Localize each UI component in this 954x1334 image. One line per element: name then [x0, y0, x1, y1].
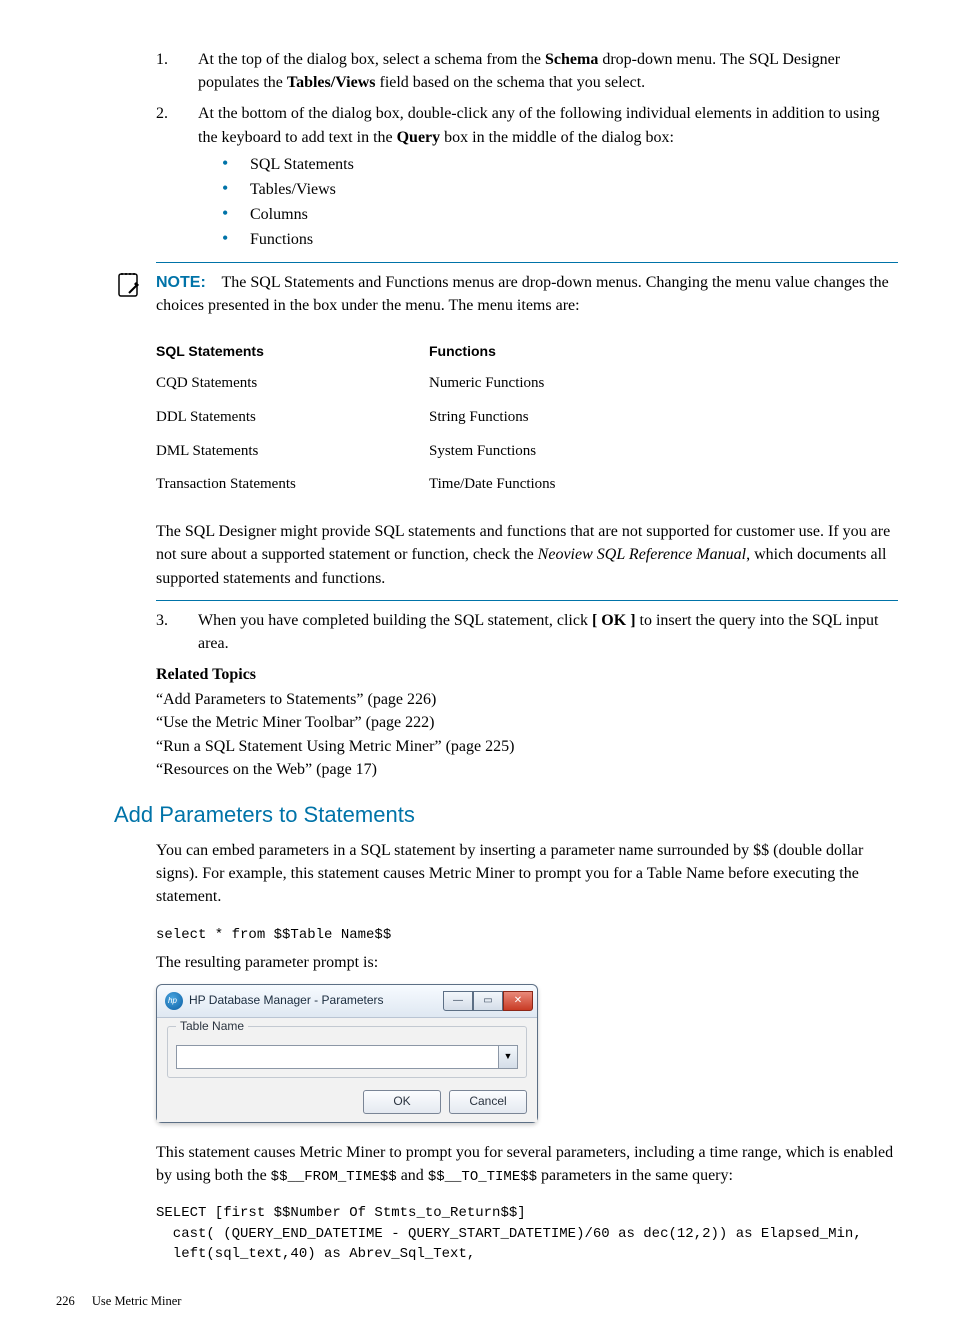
section2-intro: You can embed parameters in a SQL statem…: [156, 839, 898, 909]
step-2: At the bottom of the dialog box, double-…: [156, 102, 898, 251]
step1-text: At the top of the dialog box, select a s…: [198, 51, 840, 91]
related-topics-heading: Related Topics: [156, 663, 898, 686]
section2-outro: This statement causes Metric Miner to pr…: [156, 1141, 898, 1187]
code-example-2: SELECT [first $$Number Of Stmts_to_Retur…: [156, 1203, 898, 1264]
related-link[interactable]: “Run a SQL Statement Using Metric Miner”…: [156, 735, 898, 758]
table-name-groupbox: Table Name ▼: [167, 1026, 527, 1078]
note-divider-top: [156, 262, 898, 263]
step3-text: When you have completed building the SQL…: [198, 612, 878, 652]
minimize-icon: —: [453, 994, 463, 1009]
bullet-sql-statements: SQL Statements: [222, 153, 898, 176]
close-icon: ✕: [514, 994, 522, 1009]
table-header-sql: SQL Statements: [156, 335, 429, 367]
ok-button[interactable]: OK: [363, 1090, 441, 1114]
dialog-title: HP Database Manager - Parameters: [189, 992, 384, 1009]
table-row: CQD StatementsNumeric Functions: [156, 367, 676, 401]
close-button[interactable]: ✕: [503, 991, 533, 1011]
combo-dropdown-button[interactable]: ▼: [498, 1046, 517, 1068]
bullet-tables-views: Tables/Views: [222, 178, 898, 201]
dialog-titlebar[interactable]: HP Database Manager - Parameters — ▭ ✕: [157, 985, 537, 1018]
cancel-button[interactable]: Cancel: [449, 1090, 527, 1114]
page-footer: 226 Use Metric Miner: [56, 1292, 898, 1310]
table-row: DDL StatementsString Functions: [156, 401, 676, 435]
note-label: NOTE:: [156, 274, 206, 291]
section-heading-add-parameters: Add Parameters to Statements: [114, 799, 898, 831]
hp-logo-icon: [165, 992, 183, 1010]
table-name-input[interactable]: [177, 1046, 498, 1068]
table-name-combo[interactable]: ▼: [176, 1045, 518, 1069]
statements-functions-table: SQL Statements Functions CQD StatementsN…: [156, 335, 676, 502]
maximize-icon: ▭: [483, 994, 492, 1009]
table-row: Transaction StatementsTime/Date Function…: [156, 468, 676, 502]
step-3: When you have completed building the SQL…: [156, 609, 898, 655]
note-tail: The SQL Designer might provide SQL state…: [156, 520, 898, 590]
footer-section: Use Metric Miner: [92, 1294, 182, 1308]
bullet-columns: Columns: [222, 203, 898, 226]
table-header-functions: Functions: [429, 335, 676, 367]
page-number: 226: [56, 1294, 75, 1308]
minimize-button[interactable]: —: [443, 991, 473, 1011]
code-example-1: select * from $$Table Name$$: [156, 925, 898, 945]
note-block: NOTE: The SQL Statements and Functions m…: [156, 262, 898, 601]
related-link[interactable]: “Resources on the Web” (page 17): [156, 758, 898, 781]
bullet-functions: Functions: [222, 228, 898, 251]
step2-text: At the bottom of the dialog box, double-…: [198, 105, 880, 145]
note-divider-bottom: [156, 600, 898, 601]
note-body: The SQL Statements and Functions menus a…: [156, 274, 889, 314]
groupbox-legend: Table Name: [176, 1018, 248, 1035]
table-row: DML StatementsSystem Functions: [156, 435, 676, 469]
maximize-button[interactable]: ▭: [473, 991, 503, 1011]
related-link[interactable]: “Add Parameters to Statements” (page 226…: [156, 688, 898, 711]
result-prompt-label: The resulting parameter prompt is:: [156, 951, 898, 974]
step-1: At the top of the dialog box, select a s…: [156, 48, 898, 94]
chevron-down-icon: ▼: [504, 1050, 513, 1063]
parameters-dialog: HP Database Manager - Parameters — ▭ ✕ T…: [156, 984, 538, 1123]
related-link[interactable]: “Use the Metric Miner Toolbar” (page 222…: [156, 711, 898, 734]
note-icon: [114, 271, 156, 304]
step2-bullets: SQL Statements Tables/Views Columns Func…: [222, 153, 898, 252]
